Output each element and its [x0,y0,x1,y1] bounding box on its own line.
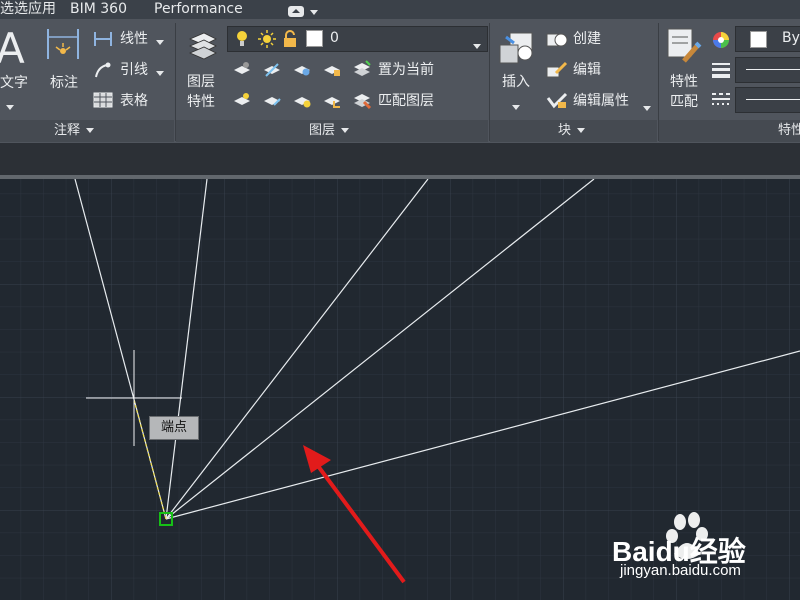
layer-dropdown-icon[interactable] [473,36,481,55]
layer-tool-row1 [232,60,372,84]
text-dropdown-icon[interactable] [6,97,14,116]
linetype-preview [746,99,800,100]
layer-color-swatch[interactable] [306,30,323,47]
svg-text:A: A [0,27,25,67]
properties-panel-title[interactable]: 特性 [778,122,800,140]
linetype-icon[interactable] [712,91,730,111]
edit-attributes-button[interactable]: 编辑属性 [573,93,629,109]
edit-attributes-dropdown-icon[interactable] [643,98,651,117]
panel-separator [489,23,490,141]
edit-attributes-icon[interactable] [546,92,568,114]
layer-tool-row2 [232,91,372,115]
ribbon: A 文字 标注 线性 引线 表格 注释 图层 特性 0 置为当前 匹配图层 图层… [0,19,800,143]
match-properties-icon[interactable] [666,27,702,69]
osnap-tooltip: 端点 [149,416,199,440]
leader-icon[interactable] [93,61,113,83]
lightbulb-icon[interactable] [236,30,248,52]
lineweight-dropdown[interactable] [735,57,800,83]
lineweight-icon[interactable] [712,62,730,82]
text-button[interactable]: 文字 [0,75,28,91]
chevron-down-icon [341,128,350,133]
match-layer-button[interactable]: 匹配图层 [378,93,434,109]
table-icon[interactable] [93,92,113,112]
insert-block-icon[interactable] [498,27,538,69]
tab-bim360[interactable]: BIM 360 [70,0,127,19]
match-layer-icon[interactable] [352,90,372,114]
edit-block-button[interactable]: 编辑 [573,62,601,78]
create-block-button[interactable]: 创建 [573,31,601,47]
block-panel-title[interactable]: 块 [558,122,586,140]
lineweight-preview [746,69,800,70]
match-properties-line2[interactable]: 匹配 [670,94,698,110]
dimension-button[interactable]: 标注 [50,75,78,91]
chevron-down-icon [86,128,95,133]
annotation-panel-title[interactable]: 注释 [54,122,95,140]
layer-properties-icon[interactable] [186,27,220,67]
layers-panel-title[interactable]: 图层 [309,122,350,140]
linear-dropdown-icon[interactable] [156,32,164,51]
baidu-watermark: Baidu经验 [610,512,796,567]
ribbon-tab-bar: 选选应用 BIM 360 Performance [0,0,800,19]
unlock-icon[interactable] [282,30,298,52]
chevron-down-icon [577,128,586,133]
match-properties-line1[interactable]: 特性 [670,74,698,90]
current-layer-name: 0 [330,30,339,46]
tab-addins[interactable]: 选选应用 [0,0,56,19]
color-swatch [750,31,767,48]
leader-dropdown-icon[interactable] [156,63,164,82]
watermark-url: jingyan.baidu.com [620,562,741,579]
layer-properties-button-line2[interactable]: 特性 [187,94,215,110]
leader-button[interactable]: 引线 [120,62,148,78]
linear-dimension-icon[interactable] [93,30,113,52]
color-dropdown[interactable]: By [735,26,800,52]
sun-icon[interactable] [258,30,276,52]
layer-dropdown[interactable]: 0 [227,26,488,52]
layer-properties-button-line1[interactable]: 图层 [187,74,215,90]
linear-dimension-button[interactable]: 线性 [120,31,148,47]
layer-off-icon [234,62,250,74]
create-block-icon[interactable] [546,30,568,52]
insert-block-button[interactable]: 插入 [502,74,530,90]
table-button[interactable]: 表格 [120,93,148,109]
make-current-icon[interactable] [352,59,372,83]
make-current-button[interactable]: 置为当前 [378,62,434,78]
linetype-dropdown[interactable] [735,87,800,113]
panel-separator [175,23,176,141]
edit-block-icon[interactable] [546,61,568,83]
color-value: By [782,30,800,46]
dimension-icon[interactable] [46,27,80,65]
text-icon[interactable]: A [0,24,30,73]
insert-dropdown-icon[interactable] [512,97,520,116]
file-tab-strip [0,143,800,175]
tab-performance[interactable]: Performance [154,0,243,19]
panel-separator [658,23,659,141]
color-wheel-icon[interactable] [712,31,730,53]
